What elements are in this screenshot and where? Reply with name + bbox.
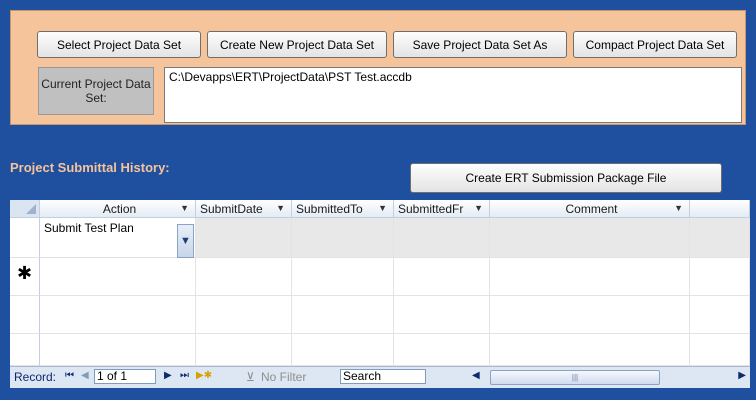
search-input[interactable]: Search xyxy=(340,369,426,384)
cell-submitdate[interactable] xyxy=(196,218,292,258)
no-filter-label[interactable]: No Filter xyxy=(261,370,306,384)
empty-cell xyxy=(394,296,490,334)
submittal-datasheet: Action ▼ SubmitDate ▼ SubmittedTo ▼ Submitt… xyxy=(10,200,750,366)
last-record-icon[interactable]: ⏭ xyxy=(180,370,189,381)
sort-dropdown-icon[interactable]: ▼ xyxy=(276,203,285,213)
cell-comment[interactable] xyxy=(490,218,690,258)
scrollbar-thumb[interactable]: ||| xyxy=(490,370,660,385)
empty-cell xyxy=(690,334,750,366)
cell-blank xyxy=(690,218,750,258)
sort-dropdown-icon[interactable]: ▼ xyxy=(180,203,189,213)
column-header-action[interactable]: Action ▼ xyxy=(40,200,196,218)
new-record-icon[interactable]: ▶✱ xyxy=(196,370,212,381)
previous-record-icon[interactable]: ◀ xyxy=(81,370,89,381)
create-new-project-data-set-button[interactable]: Create New Project Data Set xyxy=(207,31,387,58)
select-project-data-set-button[interactable]: Select Project Data Set xyxy=(37,31,201,58)
compact-project-data-set-button[interactable]: Compact Project Data Set xyxy=(573,31,737,58)
cell-submittedfr[interactable] xyxy=(394,218,490,258)
empty-cell xyxy=(292,334,394,366)
current-project-data-set-field[interactable]: C:\Devapps\ERT\ProjectData\PST Test.accd… xyxy=(164,67,742,123)
cell-submitdate[interactable] xyxy=(196,258,292,296)
empty-cell xyxy=(394,334,490,366)
empty-cell xyxy=(196,334,292,366)
record-label: Record: xyxy=(14,370,57,384)
empty-cell xyxy=(196,296,292,334)
cell-action[interactable]: Submit Test Plan xyxy=(40,218,196,258)
row-selector[interactable] xyxy=(10,218,40,258)
column-header-label: SubmittedFr xyxy=(398,201,464,216)
cell-submittedfr[interactable] xyxy=(394,258,490,296)
empty-cell xyxy=(40,334,196,366)
column-header-submittedfr[interactable]: SubmittedFr ▼ xyxy=(394,200,490,218)
chevron-down-icon[interactable]: ▼ xyxy=(177,224,194,258)
cell-submittedto[interactable] xyxy=(292,218,394,258)
new-record-marker[interactable]: ✱ xyxy=(10,258,40,296)
select-all-icon[interactable] xyxy=(10,200,40,218)
current-record-input[interactable]: 1 of 1 xyxy=(94,369,156,384)
sort-dropdown-icon[interactable]: ▼ xyxy=(474,203,483,213)
sort-dropdown-icon[interactable]: ▼ xyxy=(378,203,387,213)
record-navigation-bar: Record: ⏮ ◀ 1 of 1 ▶ ⏭ ▶✱ ⊻ No Filter Se… xyxy=(10,366,750,388)
sort-dropdown-icon[interactable]: ▼ xyxy=(674,203,683,213)
column-header-submitdate[interactable]: SubmitDate ▼ xyxy=(196,200,292,218)
column-header-label: Action xyxy=(102,201,137,216)
project-submittal-history-title: Project Submittal History: xyxy=(10,160,170,175)
column-header-comment[interactable]: Comment ▼ xyxy=(490,200,690,218)
create-ert-submission-package-button[interactable]: Create ERT Submission Package File xyxy=(410,163,722,193)
scroll-left-icon[interactable]: ◀ xyxy=(472,370,480,381)
cell-blank xyxy=(690,258,750,296)
cell-comment[interactable] xyxy=(490,258,690,296)
scroll-right-icon[interactable]: ▶ xyxy=(738,370,746,381)
next-record-icon[interactable]: ▶ xyxy=(164,370,172,381)
current-project-data-set-label: Current Project Data Set: xyxy=(38,67,154,115)
row-selector xyxy=(10,334,40,366)
column-header-blank xyxy=(690,200,750,218)
empty-cell xyxy=(690,296,750,334)
empty-cell xyxy=(40,296,196,334)
column-header-label: Comment xyxy=(565,201,618,216)
column-header-submittedto[interactable]: SubmittedTo ▼ xyxy=(292,200,394,218)
empty-cell xyxy=(292,296,394,334)
bottom-band xyxy=(0,388,756,400)
cell-submittedto[interactable] xyxy=(292,258,394,296)
horizontal-scrollbar[interactable]: ◀ ||| ▶ xyxy=(468,370,748,385)
empty-cell xyxy=(490,334,690,366)
empty-cell xyxy=(490,296,690,334)
filter-icon[interactable]: ⊻ xyxy=(246,370,255,384)
project-data-panel: Select Project Data Set Create New Proje… xyxy=(10,10,746,125)
column-header-label: SubmitDate xyxy=(200,201,263,216)
first-record-icon[interactable]: ⏮ xyxy=(65,370,74,381)
cell-action[interactable] xyxy=(40,258,196,296)
save-project-data-set-as-button[interactable]: Save Project Data Set As xyxy=(393,31,567,58)
row-selector xyxy=(10,296,40,334)
column-header-label: SubmittedTo xyxy=(296,201,363,216)
